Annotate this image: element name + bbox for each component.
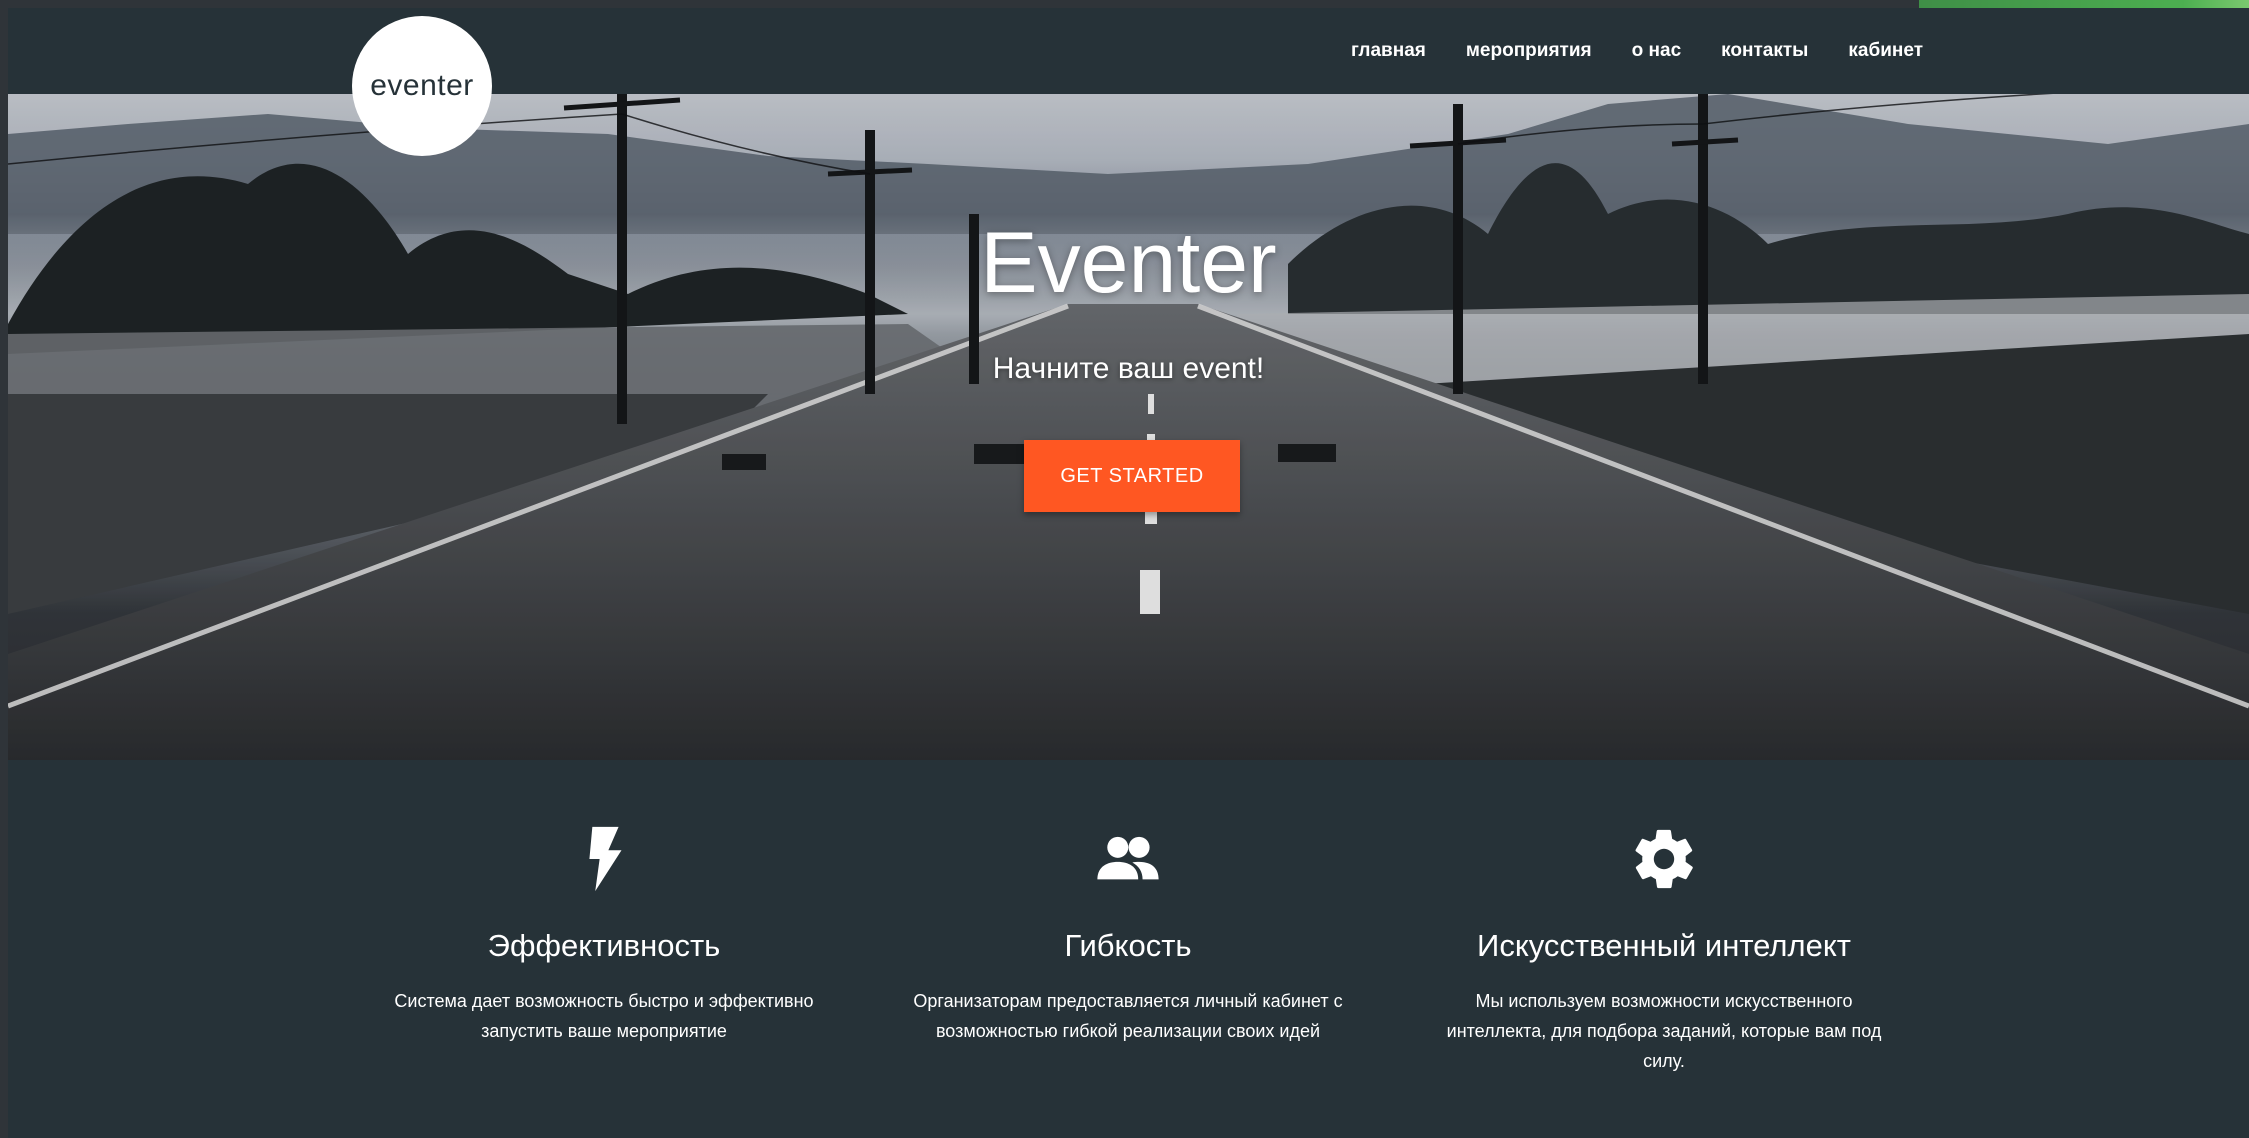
feature-title: Гибкость [1064,928,1192,963]
gear-icon [1635,829,1693,889]
nav-link-contacts[interactable]: контакты [1721,40,1808,62]
feature-description: Система дает возможность быстро и эффект… [394,991,814,1041]
feature-title: Эффективность [487,928,721,963]
nav-link-about[interactable]: о нас [1632,40,1682,62]
feature-efficiency: Эффективность Система дает возможность б… [354,824,854,1046]
nav-menu: главная мероприятия о нас контакты кабин… [1351,8,1923,94]
feature-description: Мы используем возможности искусственного… [1446,991,1882,1071]
feature-description: Организаторам предоставляется личный каб… [913,991,1343,1041]
feature-title: Искусственный интеллект [1477,928,1851,963]
lightning-icon [589,826,622,892]
hero-title: Eventer [980,215,1277,311]
page: главная мероприятия о нас контакты кабин… [8,8,2249,1138]
brand-logo[interactable]: eventer [352,16,492,156]
nav-link-events[interactable]: мероприятия [1466,40,1592,62]
hero-subtitle: Начните ваш event! [992,352,1265,385]
hero-content: Eventer Начните ваш event! GET STARTED [8,94,2249,760]
nav-link-home[interactable]: главная [1351,40,1426,62]
feature-flexibility: Гибкость Организаторам предоставляется л… [878,824,1378,1046]
features-section: Эффективность Система дает возможность б… [8,760,2249,1138]
get-started-button[interactable]: GET STARTED [1024,440,1240,512]
feature-ai: Искусственный интеллект Мы используем во… [1414,824,1914,1076]
navbar: главная мероприятия о нас контакты кабин… [8,8,2249,94]
people-icon [1097,836,1159,880]
hero-banner: Eventer Начните ваш event! GET STARTED [8,94,2249,760]
top-accent-bar [1919,0,2249,8]
nav-link-account[interactable]: кабинет [1848,40,1923,62]
